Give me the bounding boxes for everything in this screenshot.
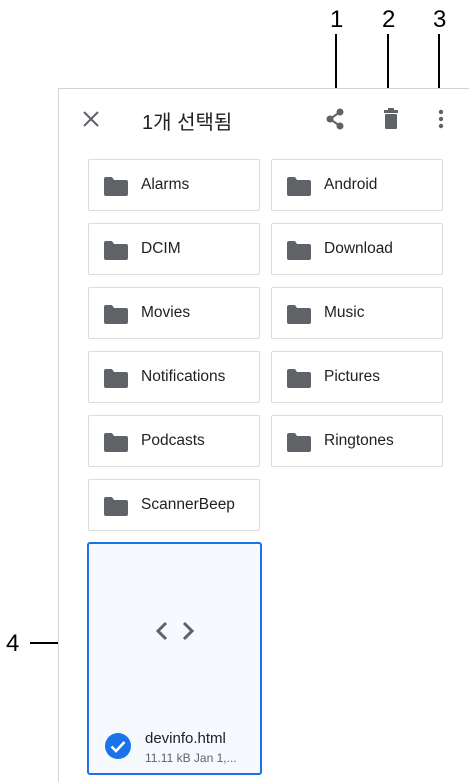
folder-tile[interactable]: Download <box>271 223 443 275</box>
folder-icon <box>287 369 311 388</box>
selection-toolbar: 1개 선택됨 <box>59 89 469 149</box>
app-screen: 1개 선택됨 Alarms Android DCIM Download Movi… <box>58 88 469 782</box>
folder-tile[interactable]: Music <box>271 287 443 339</box>
callout-3: 3 <box>433 6 447 33</box>
folder-name: DCIM <box>141 240 181 257</box>
folder-icon <box>104 497 128 516</box>
folder-name: Movies <box>141 304 191 321</box>
folder-name: Ringtones <box>324 432 394 449</box>
folder-tile[interactable]: Podcasts <box>88 415 260 467</box>
folder-name: Download <box>324 240 393 257</box>
callout-1: 1 <box>330 6 344 33</box>
close-button[interactable] <box>77 105 105 133</box>
folder-tile[interactable]: ScannerBeep <box>88 479 260 531</box>
more-vert-icon <box>438 109 444 129</box>
folder-tile[interactable]: Movies <box>88 287 260 339</box>
check-circle-icon[interactable] <box>104 732 132 760</box>
callout-line-2 <box>387 34 389 96</box>
file-card-selected[interactable]: devinfo.html 11.11 kB Jan 1,... <box>87 542 262 775</box>
folder-icon <box>287 305 311 324</box>
folder-tile[interactable]: Pictures <box>271 351 443 403</box>
callout-4: 4 <box>6 630 20 657</box>
folder-icon <box>287 433 311 452</box>
more-options-button[interactable] <box>431 105 451 133</box>
folder-name: Pictures <box>324 368 380 385</box>
folder-name: Music <box>324 304 365 321</box>
folder-icon <box>104 305 128 324</box>
close-icon <box>83 111 99 127</box>
folder-name: Notifications <box>141 368 226 385</box>
share-icon <box>326 108 344 130</box>
file-name: devinfo.html <box>145 730 226 747</box>
folder-tile[interactable]: Alarms <box>88 159 260 211</box>
folder-tile[interactable]: Ringtones <box>271 415 443 467</box>
share-button[interactable] <box>321 105 349 133</box>
folder-name: Alarms <box>141 176 190 193</box>
delete-icon <box>384 108 398 129</box>
folder-icon <box>104 241 128 260</box>
folder-icon <box>104 433 128 452</box>
callout-2: 2 <box>382 6 396 33</box>
file-meta: 11.11 kB Jan 1,... <box>145 751 237 765</box>
folder-icon <box>104 177 128 196</box>
folder-tile[interactable]: Notifications <box>88 351 260 403</box>
delete-button[interactable] <box>377 105 405 133</box>
folder-name: Android <box>324 176 378 193</box>
selection-count-title: 1개 선택됨 <box>142 112 233 134</box>
folder-icon <box>104 369 128 388</box>
folder-name: Podcasts <box>141 432 205 449</box>
code-icon <box>155 621 195 641</box>
folder-icon <box>287 241 311 260</box>
folder-tile[interactable]: DCIM <box>88 223 260 275</box>
folder-name: ScannerBeep <box>141 496 235 513</box>
folder-tile[interactable]: Android <box>271 159 443 211</box>
folder-icon <box>287 177 311 196</box>
